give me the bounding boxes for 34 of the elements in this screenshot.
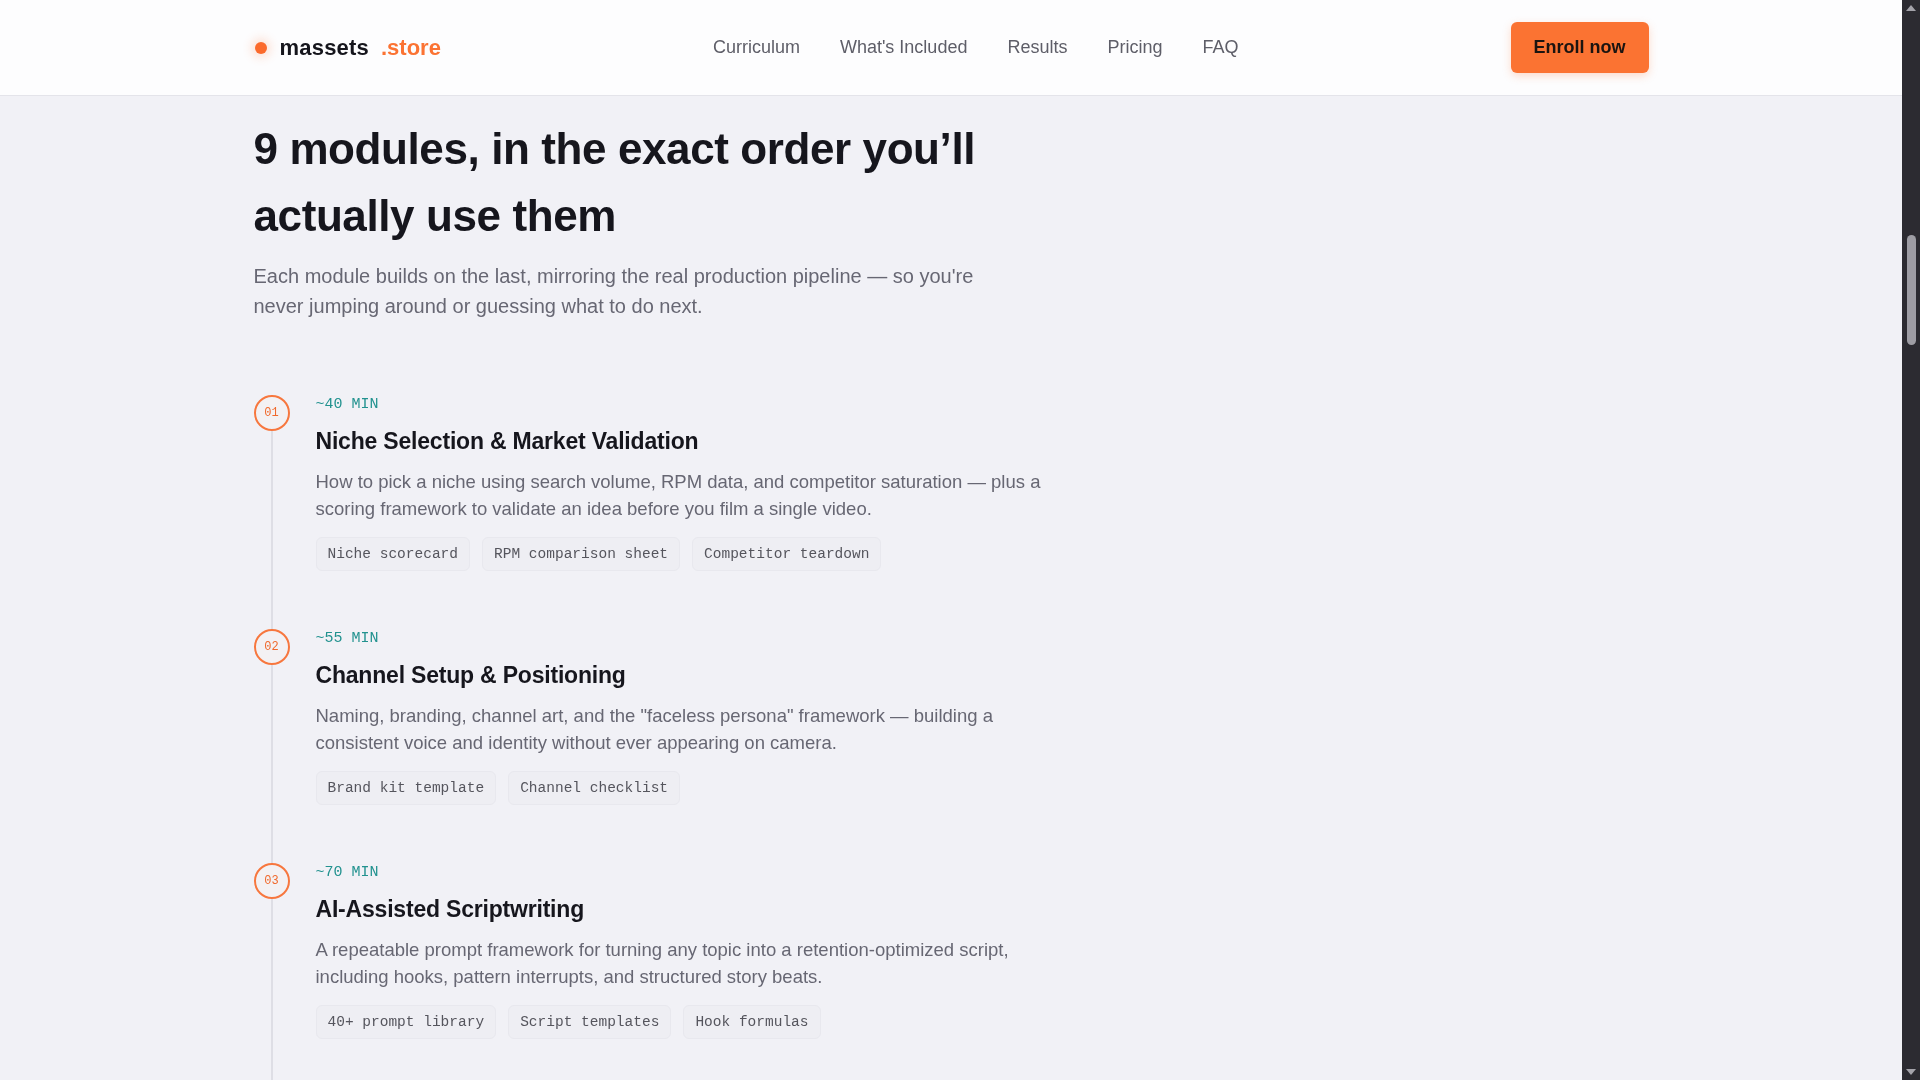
section-subtitle: Each module builds on the last, mirroring the real production pipeline — so you're never jumping around or guessing what to do next. (253, 264, 975, 319)
deliverable-tag: Competitor teardown (692, 537, 882, 571)
module-title: Channel Setup & Positioning (315, 661, 627, 690)
scroll-down-icon[interactable] (1906, 1069, 1916, 1075)
deliverable-tag: 40+ prompt library (315, 1005, 497, 1039)
nav-link[interactable]: Curriculum (712, 37, 800, 58)
scrollbar[interactable] (1902, 0, 1920, 1080)
module-number: 02 (253, 629, 290, 665)
module-duration: ~40 MIN (315, 395, 380, 415)
section-heading: 9 modules, in the exact order you’ll actually use them (253, 123, 977, 242)
deliverable-tag: RPM comparison sheet (482, 537, 681, 571)
scrollbar-thumb[interactable] (1906, 235, 1916, 345)
module-duration: ~55 MIN (315, 629, 380, 649)
deliverable-tag: Hook formulas (683, 1005, 821, 1039)
module-description: Naming, branding, channel art, and the "faceless persona" framework — building a consistent voice and identity without ever appearing on camera. (315, 704, 994, 755)
nav-link[interactable]: What's Included (839, 37, 968, 58)
deliverable-tag: Niche scorecard (315, 537, 471, 571)
module-description: A repeatable prompt framework for turning any topic into a retention-optimized script, including hooks, pattern interrupts, and structured story beats. (315, 938, 1010, 989)
module-title: AI-Assisted Scriptwriting (315, 895, 585, 924)
module-duration: ~70 MIN (315, 863, 380, 883)
nav-link[interactable]: FAQ (1202, 37, 1239, 58)
logo-dot-icon (254, 41, 267, 54)
scroll-up-icon[interactable] (1906, 5, 1916, 11)
nav-link[interactable]: Results (1007, 37, 1068, 58)
module-description: How to pick a niche using search volume, RPM data, and competitor saturation — plus a scoring framework to validate an idea before you film a single video. (315, 470, 1042, 521)
deliverable-tag: Channel checklist (508, 771, 681, 805)
logo-wordmark[interactable]: massets (279, 34, 369, 61)
nav-link[interactable]: Pricing (1107, 37, 1163, 58)
module-number: 03 (253, 863, 290, 899)
enroll-button[interactable]: Enroll now (1510, 22, 1649, 73)
deliverable-tag: Brand kit template (315, 771, 497, 805)
module-number: 01 (253, 395, 290, 431)
deliverable-tag: Script templates (508, 1005, 672, 1039)
module-title: Niche Selection & Market Validation (315, 427, 700, 456)
